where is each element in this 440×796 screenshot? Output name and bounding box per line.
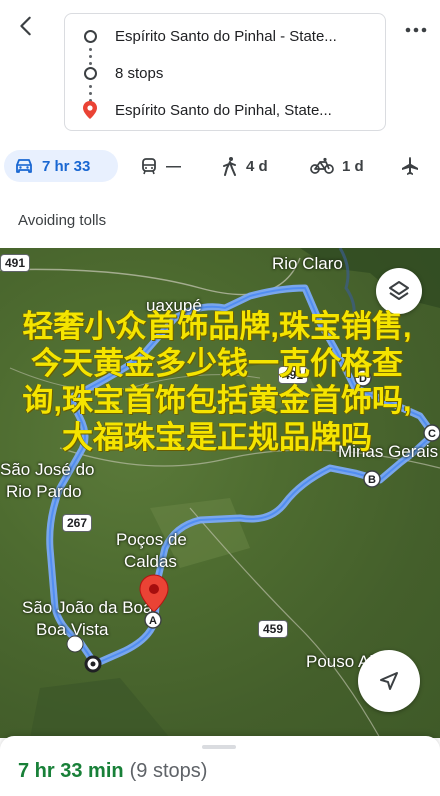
total-duration: 7 hr 33 min <box>18 760 124 782</box>
car-icon <box>16 159 32 173</box>
svg-text:C: C <box>428 428 436 440</box>
stops-row[interactable]: 8 stops <box>65 57 385 89</box>
back-button[interactable] <box>10 10 42 42</box>
origin-circle-icon <box>83 29 97 43</box>
walk-icon <box>223 157 236 176</box>
map-label-pocos: Poços de <box>116 530 187 549</box>
driving-duration: 7 hr 33 <box>42 157 91 175</box>
destination-text: Espírito Santo do Pinhal, State... <box>115 101 332 119</box>
airplane-icon <box>402 157 418 175</box>
destination-row[interactable]: Espírito Santo do Pinhal, State... <box>65 94 385 126</box>
drag-handle[interactable] <box>202 745 236 749</box>
stop-circle-icon <box>83 66 97 80</box>
map-label-rio-pardo: Rio Pardo <box>6 482 82 501</box>
destination-pin[interactable]: A <box>138 574 170 630</box>
map-label-sao-joao: São João da Boa <box>22 598 153 617</box>
map-label-boa-vista: Boa Vista <box>36 620 109 639</box>
more-options-button[interactable] <box>402 18 430 42</box>
map-label-sao-jose: São José do <box>0 460 95 479</box>
tab-flights[interactable] <box>400 150 428 182</box>
stop-marker-c[interactable]: C <box>422 423 440 443</box>
cycling-duration: 1 d <box>342 157 364 175</box>
overlay-ad-text: 轻奢小众首饰品牌,珠宝销售,今天黄金多少钱一克价格查询,珠宝首饰包括黄金首饰吗,… <box>22 309 412 455</box>
tab-walking[interactable]: 4 d <box>222 150 268 182</box>
highway-shield: 459 <box>258 620 289 638</box>
travel-mode-tabs: 7 hr 33 — 4 d 1 d <box>0 144 440 188</box>
map-label-caldas: Caldas <box>124 552 177 571</box>
origin-text: Espírito Santo do Pinhal - State... <box>115 27 337 45</box>
svg-text:B: B <box>368 474 376 486</box>
layers-icon <box>389 281 409 300</box>
highway-shield: 491 <box>0 254 31 272</box>
highway-shield: 267 <box>62 514 93 532</box>
map-label-rio-claro: Rio Claro <box>272 254 343 273</box>
map-view[interactable]: Rio Claro uaxupé São José do Rio Pardo P… <box>0 248 440 738</box>
stops-text: 8 stops <box>115 64 164 82</box>
origin-row[interactable]: Espírito Santo do Pinhal - State... <box>65 20 385 52</box>
svg-text:A: A <box>149 615 157 627</box>
route-card: Espírito Santo do Pinhal - State... 8 st… <box>64 13 386 131</box>
tab-cycling[interactable]: 1 d <box>310 150 364 182</box>
tab-driving[interactable]: 7 hr 33 <box>4 150 118 182</box>
route-options-text[interactable]: Avoiding tolls <box>18 212 106 229</box>
tab-transit[interactable]: — <box>140 150 181 182</box>
bottom-sheet[interactable]: 7 hr 33 min (9 stops) <box>0 736 440 796</box>
arrow-left-icon <box>20 16 31 36</box>
walking-duration: 4 d <box>246 157 268 175</box>
total-stops: (9 stops) <box>129 760 208 782</box>
transit-duration: — <box>166 157 181 175</box>
navigation-arrow-icon <box>380 672 398 690</box>
train-icon <box>142 158 156 175</box>
bike-icon <box>310 157 334 174</box>
destination-pin-icon <box>83 101 97 119</box>
more-horiz-icon <box>405 27 427 33</box>
recenter-button[interactable] <box>358 650 420 712</box>
route-summary: 7 hr 33 min (9 stops) <box>18 760 207 783</box>
stop-marker-b[interactable]: B <box>362 469 382 489</box>
